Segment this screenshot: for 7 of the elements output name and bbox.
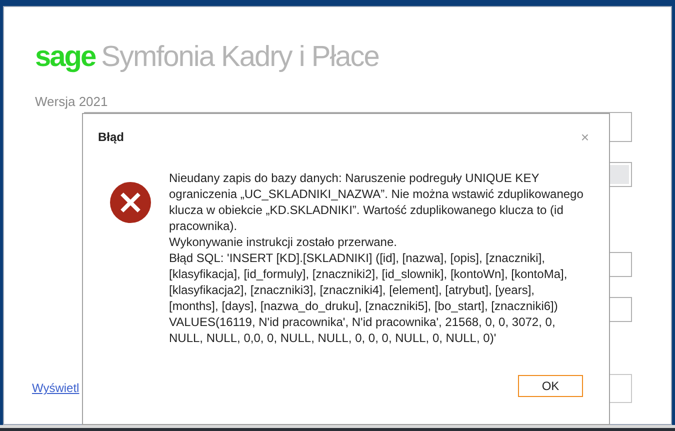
error-message: Wykonywanie instrukcji zostało przerwane.	[169, 234, 398, 250]
error-message: Nieudany zapis do bazy danych: Naruszenie podreguły UNIQUE KEY ograniczenia „UC_SKLADNIKI_NAZWA”. Nie można wstawić zduplikowanego klucza w obiekcie „KD.SKLADNIKI”. Wartość zduplikowanego klucza to (id pracownika).	[169, 170, 584, 234]
version-label: Wersja 2021	[35, 93, 109, 111]
dialog-title: Błąd	[98, 129, 124, 146]
brand-logo: sage	[35, 43, 96, 72]
error-message: Błąd SQL: 'INSERT [KD].[SKLADNIKI] ([id], [nazwa], [opis], [znaczniki], [klasyfikacja], [id_formuly], [znaczniki2], [id_slownik], [kontoWn], [kontoMa], [klasyfikacja2], [znaczniki3], [znaczniki4], [element], [atrybut], [years], [months], [days], [nazwa_do_druku], [znaczniki5], [bo_start], [znaczniki6]) VALUES(16119, N'id pracownika', N'id pracownika', 21568, 0, 0, 3072, 0, NULL, NULL, 0,0, 0, NULL, NULL, 0, 0, 0, NULL, 0, NULL, 0)'	[169, 250, 568, 346]
product-title: Symfonia Kadry i Płace	[101, 43, 379, 72]
